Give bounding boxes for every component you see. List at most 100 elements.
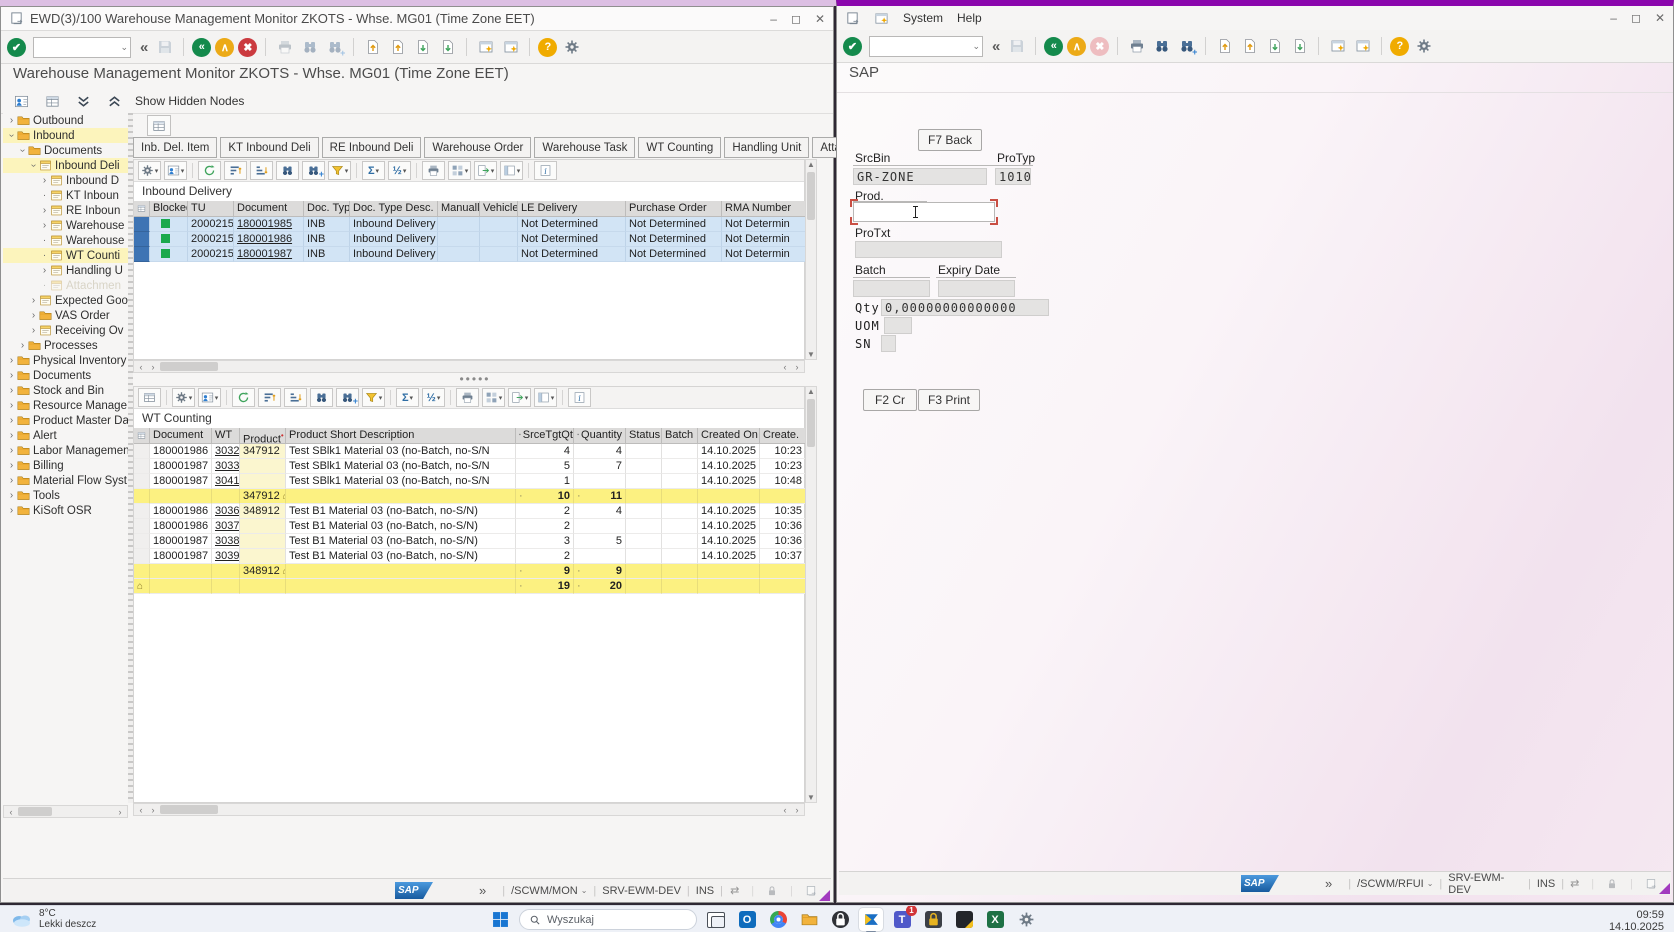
status-expand-icon[interactable]: »: [479, 883, 486, 898]
funnel-icon[interactable]: ▾: [328, 161, 351, 180]
binocplus-icon[interactable]: +: [336, 388, 359, 407]
tree-item[interactable]: › Resource Manage: [3, 398, 128, 413]
cancel-icon[interactable]: ✖: [238, 37, 258, 57]
tree-item[interactable]: › Processes: [3, 338, 128, 353]
row-select-cell[interactable]: [134, 459, 150, 474]
tree-item[interactable]: › Inbound: [3, 128, 128, 143]
weather-widget[interactable]: 8°C Lekki deszcz: [10, 908, 96, 930]
tree-item[interactable]: › Material Flow Syst: [3, 473, 128, 488]
gear-icon[interactable]: ▾: [138, 161, 161, 180]
menu-system[interactable]: System: [903, 11, 943, 25]
row-select-cell[interactable]: [134, 534, 150, 549]
views-icon[interactable]: ▾: [482, 388, 505, 407]
tree-expander-icon[interactable]: ›: [7, 490, 16, 501]
select-all-corner[interactable]: [134, 428, 150, 444]
f2-cr-button[interactable]: F2 Cr: [863, 389, 917, 411]
tree-item[interactable]: › Inbound Deli: [3, 158, 128, 173]
sap-logon-icon[interactable]: [859, 908, 883, 932]
tree-expander-icon[interactable]: ›: [7, 475, 16, 486]
tree-expander-icon[interactable]: ›: [40, 220, 49, 231]
help-icon[interactable]: ?: [1390, 36, 1410, 56]
tree-expander-icon[interactable]: ›: [29, 295, 38, 306]
pageprev-icon[interactable]: [1239, 36, 1260, 57]
help-icon[interactable]: ?: [538, 37, 558, 57]
sortdesc-icon[interactable]: [284, 388, 307, 407]
binoc-icon[interactable]: [310, 388, 333, 407]
task-view-button[interactable]: [704, 908, 728, 931]
f3-print-button[interactable]: F3 Print: [918, 389, 980, 411]
row-select-cell[interactable]: [134, 489, 150, 504]
tab-re-inbound-deli[interactable]: RE Inbound Deli: [321, 137, 422, 158]
tree-expander-icon[interactable]: ›: [7, 400, 16, 411]
start-button[interactable]: [488, 908, 512, 931]
snagit-icon[interactable]: [952, 908, 976, 931]
column-header[interactable]: Document: [150, 428, 212, 444]
status-expand-icon[interactable]: »: [1325, 876, 1332, 891]
close-button[interactable]: ✕: [1655, 11, 1665, 25]
person-icon[interactable]: ▾: [198, 388, 221, 407]
tree-expander-icon[interactable]: ›: [28, 161, 39, 170]
tree-expander-icon[interactable]: ›: [18, 340, 27, 351]
exit-icon[interactable]: ∧: [215, 37, 235, 57]
find-icon[interactable]: [299, 37, 320, 58]
tree-item[interactable]: · Warehouse: [3, 233, 128, 248]
tree-item[interactable]: › Documents: [3, 368, 128, 383]
session-icon[interactable]: [475, 37, 496, 58]
tree-item[interactable]: · KT Inboun: [3, 188, 128, 203]
column-header[interactable]: Created On: [698, 428, 760, 444]
tree-item[interactable]: › Physical Inventory: [3, 353, 128, 368]
enter-icon[interactable]: ✔: [7, 37, 26, 57]
pagelast-icon[interactable]: [437, 37, 458, 58]
cancel-icon[interactable]: ✖: [1090, 36, 1110, 56]
tree-expander-icon[interactable]: ›: [40, 175, 49, 186]
column-header[interactable]: SrceTgtQty: [516, 428, 574, 444]
column-header[interactable]: Batch: [662, 428, 698, 444]
tree-item[interactable]: › Product Master Da: [3, 413, 128, 428]
column-header[interactable]: TU: [188, 201, 234, 217]
tree-item[interactable]: › Warehouse: [3, 218, 128, 233]
export-icon[interactable]: ▾: [508, 388, 531, 407]
tree-item[interactable]: › Outbound: [3, 113, 128, 128]
pagelast-icon[interactable]: [1289, 36, 1310, 57]
collapse-toolbar-icon[interactable]: «: [990, 38, 1002, 55]
printer-icon[interactable]: [456, 388, 479, 407]
grid-icon[interactable]: [138, 388, 161, 407]
column-header[interactable]: LE Delivery: [518, 201, 626, 217]
column-header[interactable]: WT: [212, 428, 240, 444]
tree-item[interactable]: › Inbound D: [3, 173, 128, 188]
column-header[interactable]: Doc. Type Desc.: [350, 201, 438, 217]
sigma-icon[interactable]: Σ ▾: [396, 388, 419, 407]
pagefirst-icon[interactable]: [362, 37, 383, 58]
binocplus-icon[interactable]: +: [302, 161, 325, 180]
outlook-icon[interactable]: O: [735, 908, 759, 931]
status-transaction[interactable]: /SCWM/RFUI: [1357, 878, 1424, 890]
tree-expander-icon[interactable]: ›: [7, 115, 16, 126]
expand-all-icon[interactable]: [73, 91, 94, 112]
customize-icon[interactable]: [561, 37, 582, 58]
keepass-icon[interactable]: [921, 908, 945, 931]
column-header[interactable]: Create.: [760, 428, 806, 444]
row-select-cell[interactable]: [134, 232, 150, 247]
row-select-cell[interactable]: [134, 474, 150, 489]
collapse-toolbar-icon[interactable]: «: [138, 39, 150, 56]
tree-expander-icon[interactable]: ›: [7, 385, 16, 396]
tab-kt-inbound-deli[interactable]: KT Inbound Deli: [220, 137, 319, 158]
tree-item[interactable]: › Billing: [3, 458, 128, 473]
half-icon[interactable]: ½ ▾: [422, 388, 445, 407]
printer-icon[interactable]: [422, 161, 445, 180]
tree-expander-icon[interactable]: ›: [7, 355, 16, 366]
document-link[interactable]: 180001987: [237, 248, 292, 260]
tree-expander-icon[interactable]: ›: [7, 445, 16, 456]
shortcut-icon[interactable]: [500, 37, 521, 58]
funnel-icon[interactable]: ▾: [362, 388, 385, 407]
find-icon[interactable]: [1151, 36, 1172, 57]
tree-item[interactable]: › Handling U: [3, 263, 128, 278]
tree-item[interactable]: › Stock and Bin: [3, 383, 128, 398]
tab-warehouse-task[interactable]: Warehouse Task: [534, 137, 636, 158]
tree-item[interactable]: › RE Inboun: [3, 203, 128, 218]
back-icon[interactable]: «: [1044, 36, 1064, 56]
pagefirst-icon[interactable]: [1214, 36, 1235, 57]
info-icon[interactable]: [568, 388, 591, 407]
row-select-cell[interactable]: [134, 217, 150, 232]
findnext-icon[interactable]: +: [324, 37, 345, 58]
